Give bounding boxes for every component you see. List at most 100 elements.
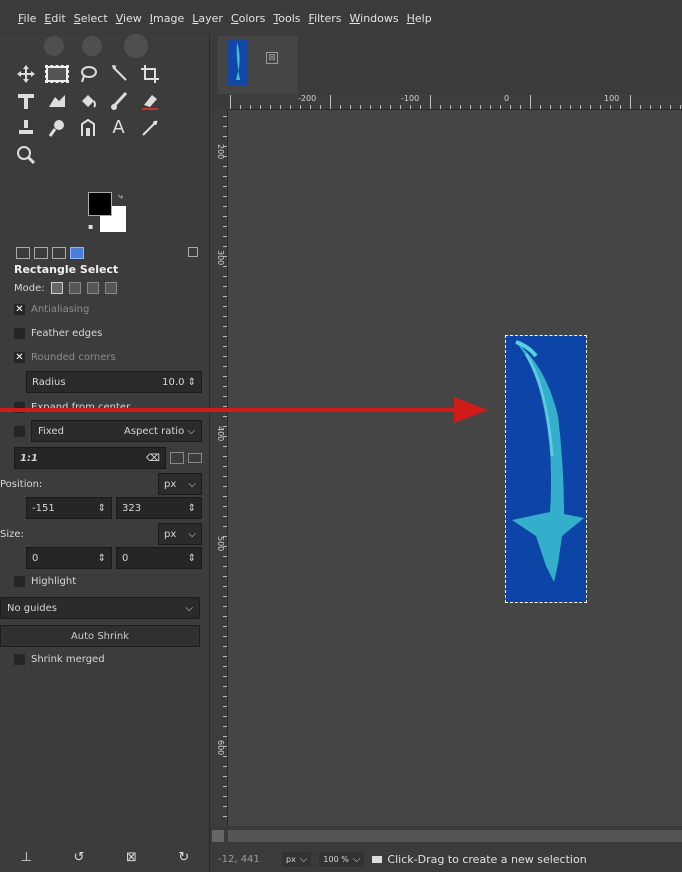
ruler-v-label: 400 [216,426,225,442]
ruler-tick [223,396,227,397]
antialiasing-checkbox[interactable]: ✕ [14,303,25,315]
ruler-tick [223,596,227,597]
paintbrush-icon[interactable] [103,87,134,114]
menu-windows[interactable]: Windows [350,12,399,25]
swap-colors-icon[interactable]: ⤷ [118,192,123,202]
size-unit-select[interactable]: px ⌵ [158,523,202,545]
position-x-input[interactable]: -151 ⇕ [26,497,112,519]
portrait-icon[interactable] [170,452,184,464]
highlight-checkbox[interactable] [14,575,25,587]
close-tab-icon[interactable]: ⊠ [266,52,278,64]
menu-help[interactable]: Help [407,12,432,25]
smudge-icon[interactable] [41,114,72,141]
ruler-tick [223,266,227,267]
paths-icon[interactable] [72,114,103,141]
feather-edges-option[interactable]: Feather edges [14,321,202,345]
menu-file[interactable]: File [18,12,36,25]
clear-ratio-icon[interactable]: ⌫ [146,453,160,464]
eraser-icon[interactable] [134,87,165,114]
warp-icon[interactable] [41,87,72,114]
selection-marquee[interactable] [505,335,587,603]
spin-icon[interactable]: ⇕ [188,503,196,514]
images-tab-icon[interactable] [70,247,84,259]
vertical-ruler[interactable]: 200 300 400 500 600 [210,110,228,826]
horizontal-scrollbar[interactable] [210,826,682,846]
ruler-tick [223,166,227,167]
radius-field[interactable]: Radius 10.0 ⇕ [26,371,202,393]
unit-select[interactable]: px ⌵ [282,851,312,867]
zoom-select[interactable]: 100 % ⌵ [319,851,365,867]
spin-icon[interactable]: ⇕ [98,503,106,514]
mode-intersect-icon[interactable] [104,282,117,294]
highlight-option[interactable]: Highlight [14,569,202,593]
fg-bg-colors[interactable]: ⤷ ▪ [88,192,132,236]
zoom-icon[interactable] [10,141,41,168]
image-tab[interactable]: ⊠ [218,36,298,94]
expand-from-center-option[interactable]: Expand from center [14,395,202,419]
mode-add-icon[interactable] [68,282,81,294]
position-y-input[interactable]: 323 ⇕ [116,497,202,519]
spin-icon[interactable]: ⇕ [188,553,196,564]
ratio-input[interactable]: 1:1 ⌫ [14,447,166,469]
ruler-tick [223,776,227,777]
spin-icon[interactable]: ⇕ [98,553,106,564]
free-select-icon[interactable] [72,60,103,87]
reset-colors-icon[interactable]: ▪ [88,222,93,231]
delete-options-icon[interactable]: ⊠ [126,850,137,865]
chevron-down-icon: ⌵ [188,528,196,540]
bucket-fill-icon[interactable] [72,87,103,114]
image-canvas[interactable] [228,110,682,826]
ruler-tick [223,246,227,247]
device-status-tab-icon[interactable] [34,247,48,259]
crop-icon[interactable] [134,60,165,87]
rect-select-icon[interactable] [41,60,72,87]
ruler-tick [223,486,227,487]
mode-replace-icon[interactable] [50,282,63,294]
color-picker-icon[interactable] [134,114,165,141]
shrink-merged-option[interactable]: Shrink merged [14,647,202,671]
position-unit-select[interactable]: px ⌵ [158,473,202,495]
menu-layer[interactable]: Layer [192,12,223,25]
guides-select[interactable]: No guides ⌵ [0,597,200,619]
foreground-color[interactable] [88,192,112,216]
tool-options-tab-icon[interactable] [16,247,30,259]
ruler-tick [223,156,227,157]
menu-select[interactable]: Select [74,12,108,25]
fixed-checkbox[interactable] [14,425,25,437]
menu-filters[interactable]: Filters [309,12,342,25]
clone-icon[interactable] [10,114,41,141]
move-icon[interactable] [10,60,41,87]
horizontal-ruler[interactable]: -200 -100 0 100 [228,94,682,110]
landscape-icon[interactable] [188,453,202,463]
size-h-input[interactable]: 0 ⇕ [116,547,202,569]
menu-colors[interactable]: Colors [231,12,265,25]
scrollbar-trough[interactable] [228,830,682,842]
navigate-icon[interactable] [212,830,224,842]
auto-shrink-button[interactable]: Auto Shrink [0,625,200,647]
ruler-tick [630,95,631,109]
undo-history-tab-icon[interactable] [52,247,66,259]
antialiasing-option[interactable]: ✕ Antialiasing [14,297,202,321]
feather-edges-checkbox[interactable] [14,327,25,339]
unified-transform-icon[interactable] [10,87,41,114]
menu-image[interactable]: Image [150,12,184,25]
menu-edit[interactable]: Edit [44,12,65,25]
menu-tools[interactable]: Tools [273,12,300,25]
ruler-tick [380,105,381,109]
size-w-input[interactable]: 0 ⇕ [26,547,112,569]
rounded-corners-option[interactable]: ✕ Rounded corners [14,345,202,369]
rounded-corners-checkbox[interactable]: ✕ [14,351,25,363]
reset-options-icon[interactable]: ↻ [178,850,189,865]
ruler-tick [223,446,227,447]
mode-subtract-icon[interactable] [86,282,99,294]
dock-menu-icon[interactable] [188,247,198,257]
save-options-icon[interactable]: ⊥ [21,850,32,865]
menu-view[interactable]: View [116,12,142,25]
fuzzy-select-icon[interactable] [103,60,134,87]
fixed-aspect-combo[interactable]: Fixed Aspect ratio ⌵ [31,420,202,442]
ruler-tick [390,105,391,109]
restore-options-icon[interactable]: ↺ [74,850,85,865]
shrink-merged-checkbox[interactable] [14,653,25,665]
text-icon[interactable]: A [103,114,134,141]
ruler-corner[interactable] [210,94,228,110]
